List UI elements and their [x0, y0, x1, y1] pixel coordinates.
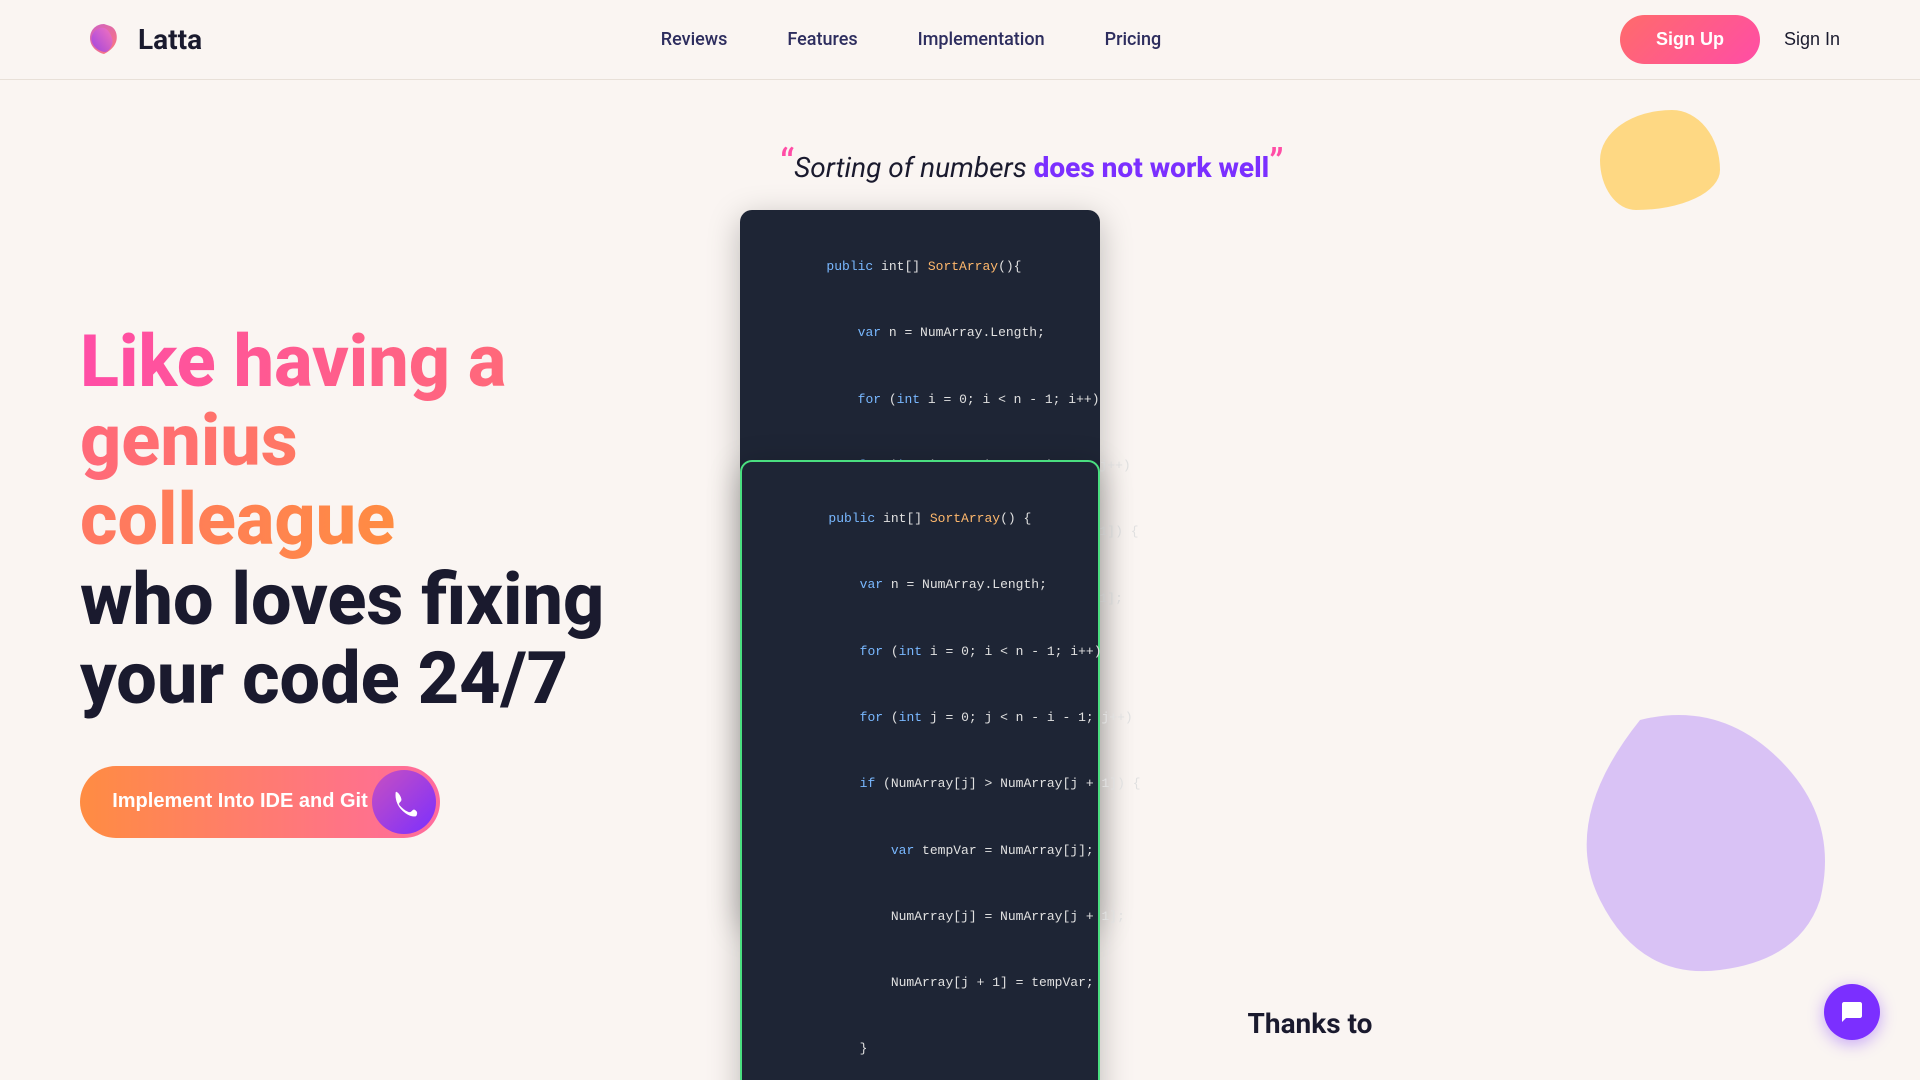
hero-left: Like having a genius colleague who loves…	[0, 80, 700, 1080]
nav-link-implementation[interactable]: Implementation	[918, 29, 1045, 50]
hero-section: Like having a genius colleague who loves…	[0, 80, 1920, 1080]
hero-heading-dark: who loves fixing your code 24/7	[80, 557, 604, 721]
code-line: for (int j = 0; j < n - i - 1; j++)	[766, 685, 1074, 751]
open-quote-mark: “	[780, 140, 794, 187]
code-line: var n = NumArray.Length;	[766, 552, 1074, 618]
nav-link-reviews[interactable]: Reviews	[661, 29, 728, 50]
code-line: public int[] SortArray(){	[764, 234, 1076, 300]
chat-icon	[1838, 998, 1866, 1026]
signin-button[interactable]: Sign In	[1784, 29, 1840, 50]
code-line: NumArray[j] = NumArray[j + 1];	[766, 884, 1074, 950]
chat-button[interactable]	[1824, 984, 1880, 1040]
logo-text: Latta	[138, 23, 202, 56]
code-block-after: public int[] SortArray() { var n = NumAr…	[740, 460, 1100, 1080]
hero-heading-gradient: Like having a genius colleague	[80, 319, 506, 562]
cta-icon	[372, 770, 436, 834]
nav-link-features[interactable]: Features	[787, 29, 857, 50]
phone-icon	[388, 786, 420, 818]
code-line: NumArray[j + 1] = tempVar;	[766, 950, 1074, 1016]
quote-plain: Sorting of numbers	[794, 151, 1033, 184]
hero-quote: “Sorting of numbers does not work well”	[780, 140, 1284, 187]
nav-links: Reviews Features Implementation Pricing	[661, 29, 1161, 50]
hero-heading: Like having a genius colleague who loves…	[80, 322, 620, 718]
code-line: if (NumArray[j] > NumArray[j + 1]) {	[766, 751, 1074, 817]
hero-right: “Sorting of numbers does not work well” …	[700, 80, 1920, 1080]
nav-link-pricing[interactable]: Pricing	[1105, 29, 1162, 50]
code-line: public int[] SortArray() {	[766, 486, 1074, 552]
signup-button[interactable]: Sign Up	[1620, 15, 1760, 64]
cta-label: Implement Into IDE and Git	[80, 790, 368, 813]
navigation: Latta Reviews Features Implementation Pr…	[0, 0, 1920, 80]
logo-link[interactable]: Latta	[80, 16, 202, 64]
quote-highlight: does not work well	[1034, 151, 1270, 184]
cta-button[interactable]: Implement Into IDE and Git	[80, 766, 440, 838]
code-line: for (int i = 0; i < n - 1; i++)	[766, 619, 1074, 685]
yellow-blob-decoration	[1600, 110, 1720, 210]
code-line: }	[766, 1016, 1074, 1080]
logo-icon	[80, 16, 128, 64]
code-line: for (int i = 0; i < n - 1; i++)	[764, 367, 1076, 433]
code-line: var tempVar = NumArray[j];	[766, 817, 1074, 883]
close-quote-mark: ”	[1269, 140, 1283, 187]
code-line: var n = NumArray.Length;	[764, 300, 1076, 366]
purple-blob-decoration	[1580, 700, 1860, 980]
nav-actions: Sign Up Sign In	[1620, 15, 1840, 64]
